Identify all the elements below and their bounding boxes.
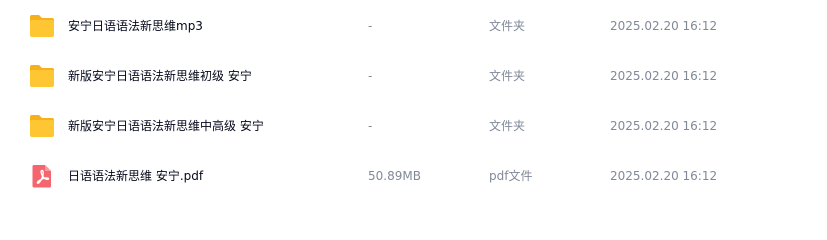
file-row[interactable]: 日语语法新思维 安宁.pdf 50.89MB pdf文件 2025.02.20 …: [0, 151, 827, 201]
file-row[interactable]: 新版安宁日语语法新思维中高级 安宁 - 文件夹 2025.02.20 16:12: [0, 101, 827, 151]
folder-icon: [29, 114, 55, 138]
folder-icon: [29, 64, 55, 88]
file-name[interactable]: 新版安宁日语语法新思维中高级 安宁: [68, 101, 264, 151]
file-name[interactable]: 新版安宁日语语法新思维初级 安宁: [68, 51, 252, 101]
file-type: pdf文件: [489, 169, 533, 183]
file-modified-date: 2025.02.20 16:12: [610, 119, 718, 133]
file-modified-date: 2025.02.20 16:12: [610, 69, 718, 83]
folder-icon: [29, 14, 55, 38]
file-type: 文件夹: [489, 19, 526, 33]
file-list: 安宁日语语法新思维mp3 - 文件夹 2025.02.20 16:12 新版安宁…: [0, 0, 827, 234]
file-size: -: [368, 19, 373, 33]
file-size: 50.89MB: [368, 169, 421, 183]
file-row[interactable]: 安宁日语语法新思维mp3 - 文件夹 2025.02.20 16:12: [0, 1, 827, 51]
file-size: -: [368, 119, 373, 133]
file-modified-date: 2025.02.20 16:12: [610, 19, 718, 33]
pdf-file-icon: [29, 164, 55, 188]
file-type: 文件夹: [489, 119, 526, 133]
file-modified-date: 2025.02.20 16:12: [610, 169, 718, 183]
file-name[interactable]: 日语语法新思维 安宁.pdf: [68, 151, 203, 201]
file-row[interactable]: 新版安宁日语语法新思维初级 安宁 - 文件夹 2025.02.20 16:12: [0, 51, 827, 101]
file-size: -: [368, 69, 373, 83]
file-type: 文件夹: [489, 69, 526, 83]
file-name[interactable]: 安宁日语语法新思维mp3: [68, 1, 203, 51]
